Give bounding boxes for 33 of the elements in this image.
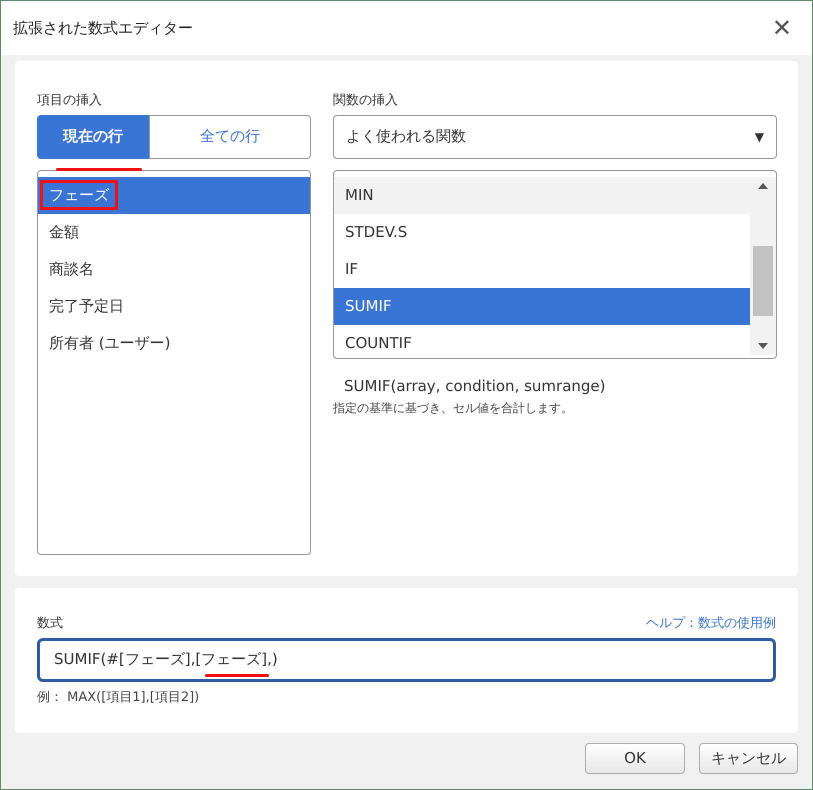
section-label: 関数の挿入 [333,92,399,110]
scroll-thumb[interactable] [753,246,773,316]
function-signature: SUMIF(array, condition, sumrange) [344,376,607,396]
window-title: 拡張された数式エディター [13,18,193,39]
item-label: 金額 [48,222,80,243]
formula-field[interactable]: SUMIF(#[フェーズ],[フェーズ],) [37,638,776,682]
list-item[interactable]: MIN [334,176,750,214]
scrollbar[interactable] [750,176,776,354]
function-description: 指定の基準に基づき、セル値を合計します。 [333,400,574,417]
cancel-button[interactable]: キャンセル [699,743,798,774]
item-label: 商談名 [48,258,95,280]
scroll-down-icon[interactable] [758,342,768,348]
item-label: 完了予定日 [48,296,125,317]
list-item[interactable]: 所有者 (ユーザー) [38,324,310,362]
help-link[interactable]: ヘルプ：数式の使用例 [646,614,776,634]
close-button[interactable]: ✕ [764,16,800,40]
list-item[interactable]: 商談名 [38,250,310,288]
item-label: フェーズ [40,180,118,210]
list-item[interactable]: IF [334,250,750,288]
scroll-up-icon[interactable] [758,182,768,188]
list-item[interactable]: COUNTIF [334,324,750,358]
list-item[interactable]: SUMIF [334,288,750,324]
formula-label: 数式 [37,615,63,633]
list-item[interactable]: 金額 [38,214,310,250]
function-dropdown[interactable]: よく使われる関数 ▼ [333,114,777,158]
list-item[interactable]: 完了予定日 [38,288,310,324]
section-label: 項目の挿入 [37,92,103,110]
tab[interactable]: 全ての行 [149,114,311,158]
list-item[interactable]: フェーズ [38,176,310,214]
ok-button[interactable]: OK [585,743,685,774]
item-label: 所有者 (ユーザー) [48,332,172,354]
formula-example: 例： MAX([項目1],[項目2]) [37,688,200,706]
list-item[interactable]: STDEV.S [334,214,750,250]
